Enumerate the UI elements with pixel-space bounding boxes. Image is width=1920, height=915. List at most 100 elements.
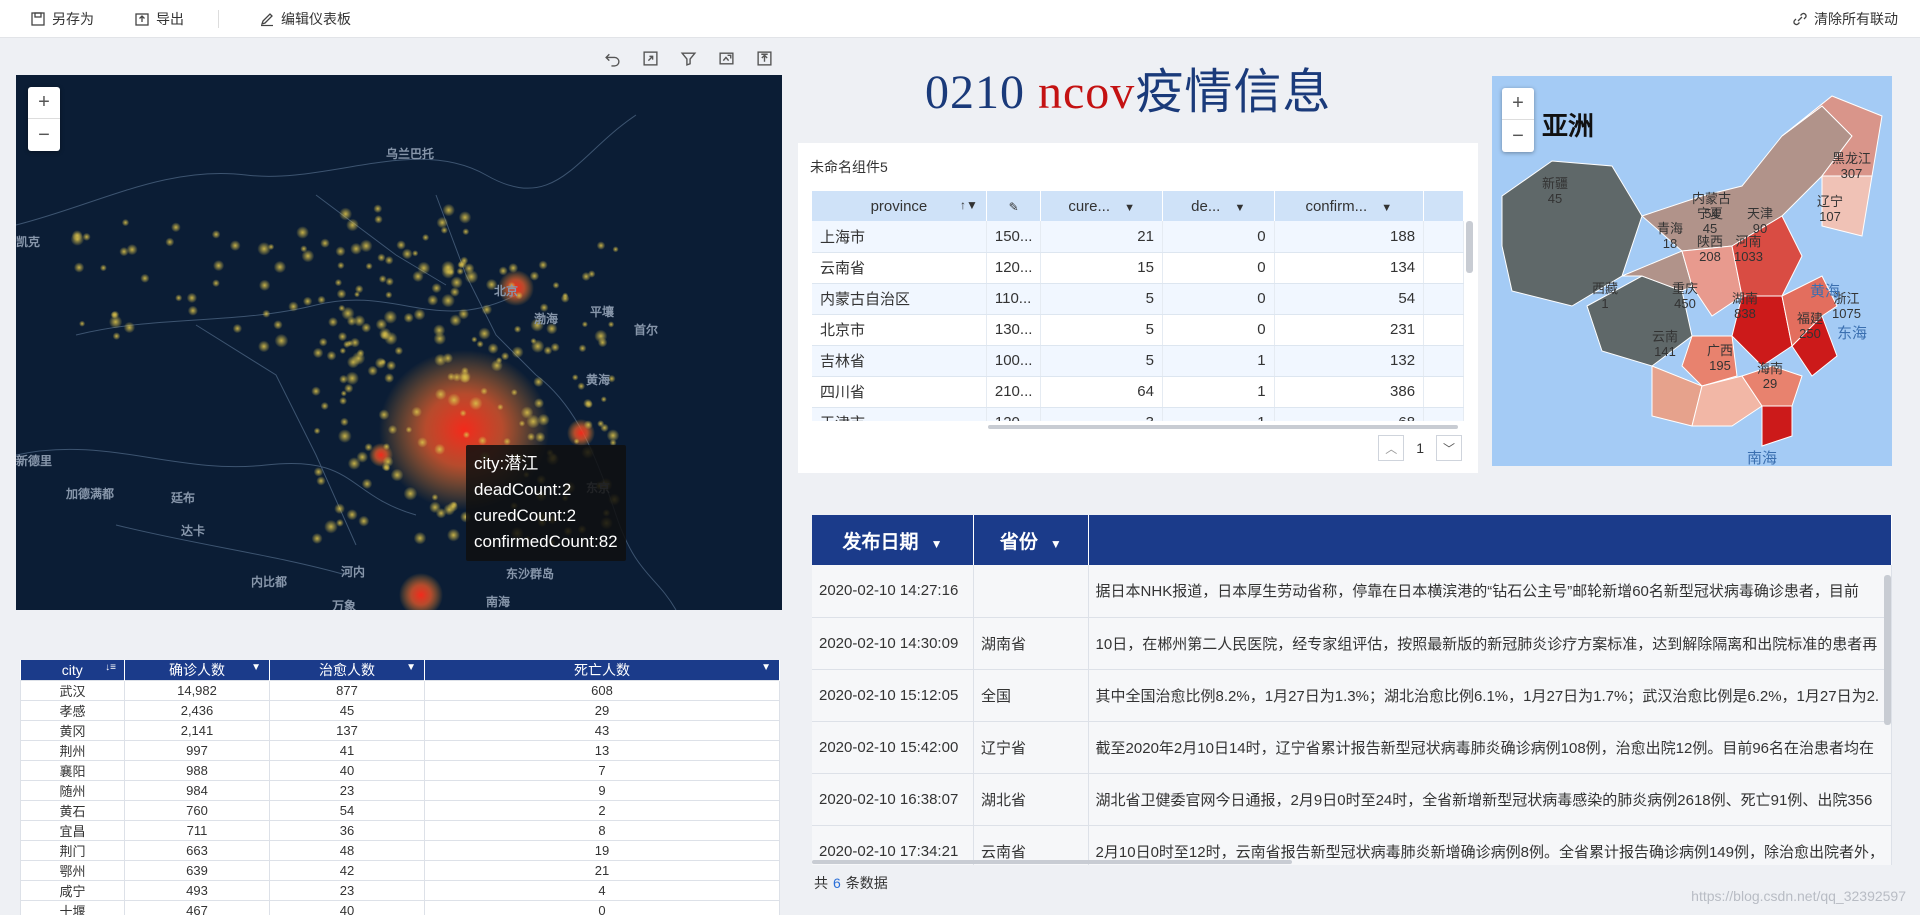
heat-point [452, 372, 462, 382]
table-row[interactable]: 天津市120...3168 [812, 407, 1464, 421]
filter-icon[interactable] [676, 46, 700, 70]
heat-point [612, 246, 619, 253]
col-date[interactable]: 发布日期 ▼ [812, 515, 974, 565]
news-row[interactable]: 2020-02-10 14:30:09 湖南省 10日，在郴州第二人民医院，经专家组… [812, 617, 1892, 670]
table-cell: 0 [1162, 283, 1275, 315]
col-city[interactable]: city ↓≡ [20, 660, 125, 681]
prev-page-button[interactable]: ︿ [1378, 435, 1405, 461]
table-row[interactable]: 咸宁 493 23 4 [20, 880, 780, 901]
table-row[interactable]: 黄冈 2,141 137 43 [20, 720, 780, 741]
table-cell [1423, 345, 1464, 377]
map-label-ulaanbaatar: 乌兰巴托 [386, 147, 435, 161]
table-row[interactable]: 内蒙古自治区 110... 5 0 54 [812, 283, 1464, 315]
dropdown-icon[interactable]: ▼ [1050, 537, 1062, 551]
table-row[interactable]: 随州 984 23 9 [20, 780, 780, 801]
table-cell: 上海市 [812, 221, 987, 253]
heat-point [477, 436, 488, 446]
col-cured[interactable]: 治愈人数 ▼ [269, 660, 425, 681]
zoom-in-button[interactable]: + [1502, 88, 1534, 120]
col-province[interactable]: 省份 ▼ [973, 515, 1089, 565]
table-row[interactable]: 孝感 2,436 45 29 [20, 700, 780, 721]
sort-icon[interactable]: ↓≡ [105, 662, 116, 673]
province-name: 河南 [1735, 234, 1762, 249]
col-code[interactable]: ✎ [986, 191, 1042, 221]
tooltip-dead: deadCount:2 [474, 480, 572, 499]
col-dead[interactable]: 死亡人数 ▼ [424, 660, 780, 681]
zoom-in-button[interactable]: + [28, 87, 60, 119]
news-table-hscroll[interactable] [812, 860, 1292, 864]
export-button[interactable]: 导出 [120, 0, 198, 38]
next-page-button[interactable]: ﹀ [1436, 435, 1462, 461]
heat-point [354, 284, 364, 294]
col-extra[interactable] [1423, 191, 1464, 221]
table-row[interactable]: 宜昌 711 36 8 [20, 820, 780, 841]
table-row[interactable]: 黄石 760 54 2 [20, 800, 780, 821]
table-row[interactable]: 荆州 997 41 13 [20, 740, 780, 761]
province-choropleth-map[interactable]: + − 亚洲 黑龙江 307 新疆 45 内蒙古 54 辽宁 107 宁夏 45 天津 90 青海 18 陕… [1492, 76, 1892, 466]
col-confirmed[interactable]: 确诊人数 ▼ [124, 660, 270, 681]
table-cell [1423, 314, 1464, 346]
heat-point [462, 228, 470, 236]
asia-map-zoom: + − [1502, 88, 1534, 152]
news-row[interactable]: 2020-02-10 17:34:21 云南省 2月10日0时至12时，云南省报告新… [812, 825, 1892, 865]
heat-point [533, 376, 544, 388]
table-row[interactable]: 吉林省 100... 5 1 132 [812, 345, 1464, 377]
dropdown-icon[interactable]: ▼ [1124, 202, 1135, 214]
table-cell: 内蒙古自治区 [812, 283, 987, 315]
news-table-scrollbar[interactable] [1884, 575, 1891, 725]
news-row[interactable]: 2020-02-10 15:42:00 辽宁省 截至2020年2月10日14时，辽宁… [812, 721, 1892, 774]
heat-point [587, 270, 596, 278]
image-export-icon[interactable] [714, 46, 738, 70]
table-cell: 29 [424, 700, 780, 721]
col-province[interactable]: province ↑▼ [812, 191, 987, 221]
heat-map[interactable]: + − 乌兰巴托 凯克 北京 渤海 平壤 首尔 黄海 新德里 加德满都 廷布 达… [16, 75, 782, 610]
table-row[interactable]: 荆门 663 48 19 [20, 840, 780, 861]
col-cured[interactable]: cure... ▼ [1040, 191, 1163, 221]
heat-point [361, 478, 373, 490]
table-row[interactable]: 上海市 150... 21 0 188 [812, 221, 1464, 253]
province-name: 内蒙古 [1692, 191, 1732, 206]
table-row[interactable]: 四川省 210... 64 1 386 [812, 376, 1464, 408]
upload-icon[interactable] [752, 46, 776, 70]
table-row[interactable]: 十堰 467 40 0 [20, 900, 780, 915]
heat-point [441, 260, 455, 275]
heat-point [311, 386, 321, 397]
col-dead[interactable]: de... ▼ [1162, 191, 1275, 221]
edit-dashboard-button[interactable]: 编辑仪表板 [245, 0, 365, 38]
table-cell: 7 [424, 760, 780, 781]
dropdown-icon[interactable]: ▼ [1235, 202, 1246, 214]
province-table-hscroll[interactable] [988, 425, 1458, 429]
undo-icon[interactable] [600, 46, 624, 70]
col-content[interactable] [1088, 515, 1892, 565]
clear-linkage-button[interactable]: 清除所有联动 [1778, 0, 1920, 38]
dropdown-icon[interactable]: ▼ [251, 662, 261, 673]
table-cell: 1 [1162, 376, 1275, 408]
province-table-scrollbar[interactable] [1466, 221, 1473, 273]
dropdown-icon[interactable]: ▼ [1381, 202, 1392, 214]
zoom-out-button[interactable]: − [1502, 120, 1534, 152]
news-province-cell [973, 565, 1089, 618]
heat-point [288, 301, 299, 312]
table-row[interactable]: 北京市 130... 5 0 231 [812, 314, 1464, 346]
table-cell: 120... [986, 252, 1042, 284]
save-as-button[interactable]: 另存为 [16, 0, 108, 38]
tooltip-confirmed: confirmedCount:82 [474, 532, 618, 551]
fullscreen-icon[interactable] [638, 46, 662, 70]
zoom-out-button[interactable]: − [28, 119, 60, 151]
table-row[interactable]: 云南省 120... 15 0 134 [812, 252, 1464, 284]
sort-filter-icon[interactable]: ↑▼ [960, 198, 978, 212]
news-row[interactable]: 2020-02-10 16:38:07 湖北省 湖北省卫健委官网今日通报，2月9日0… [812, 773, 1892, 826]
table-cell: 43 [424, 720, 780, 741]
news-row[interactable]: 2020-02-10 14:27:16 据日本NHK报道，日本厚生劳动省称，停靠在… [812, 565, 1892, 618]
dropdown-icon[interactable]: ▼ [931, 537, 943, 551]
table-row[interactable]: 鄂州 639 42 21 [20, 860, 780, 881]
city-table-header: city ↓≡ 确诊人数 ▼ 治愈人数 ▼ 死亡人数 ▼ [20, 660, 780, 681]
table-cell: 0 [1162, 314, 1275, 346]
table-row[interactable]: 襄阳 988 40 7 [20, 760, 780, 781]
dropdown-icon[interactable]: ▼ [406, 662, 416, 673]
table-cell: 984 [124, 780, 270, 801]
table-row[interactable]: 武汉 14,982 877 608 [20, 680, 780, 701]
col-confirmed[interactable]: confirm... ▼ [1274, 191, 1425, 221]
news-row[interactable]: 2020-02-10 15:12:05 全国 其中全国治愈比例8.2%，1月27日为… [812, 669, 1892, 722]
dropdown-icon[interactable]: ▼ [761, 662, 771, 673]
